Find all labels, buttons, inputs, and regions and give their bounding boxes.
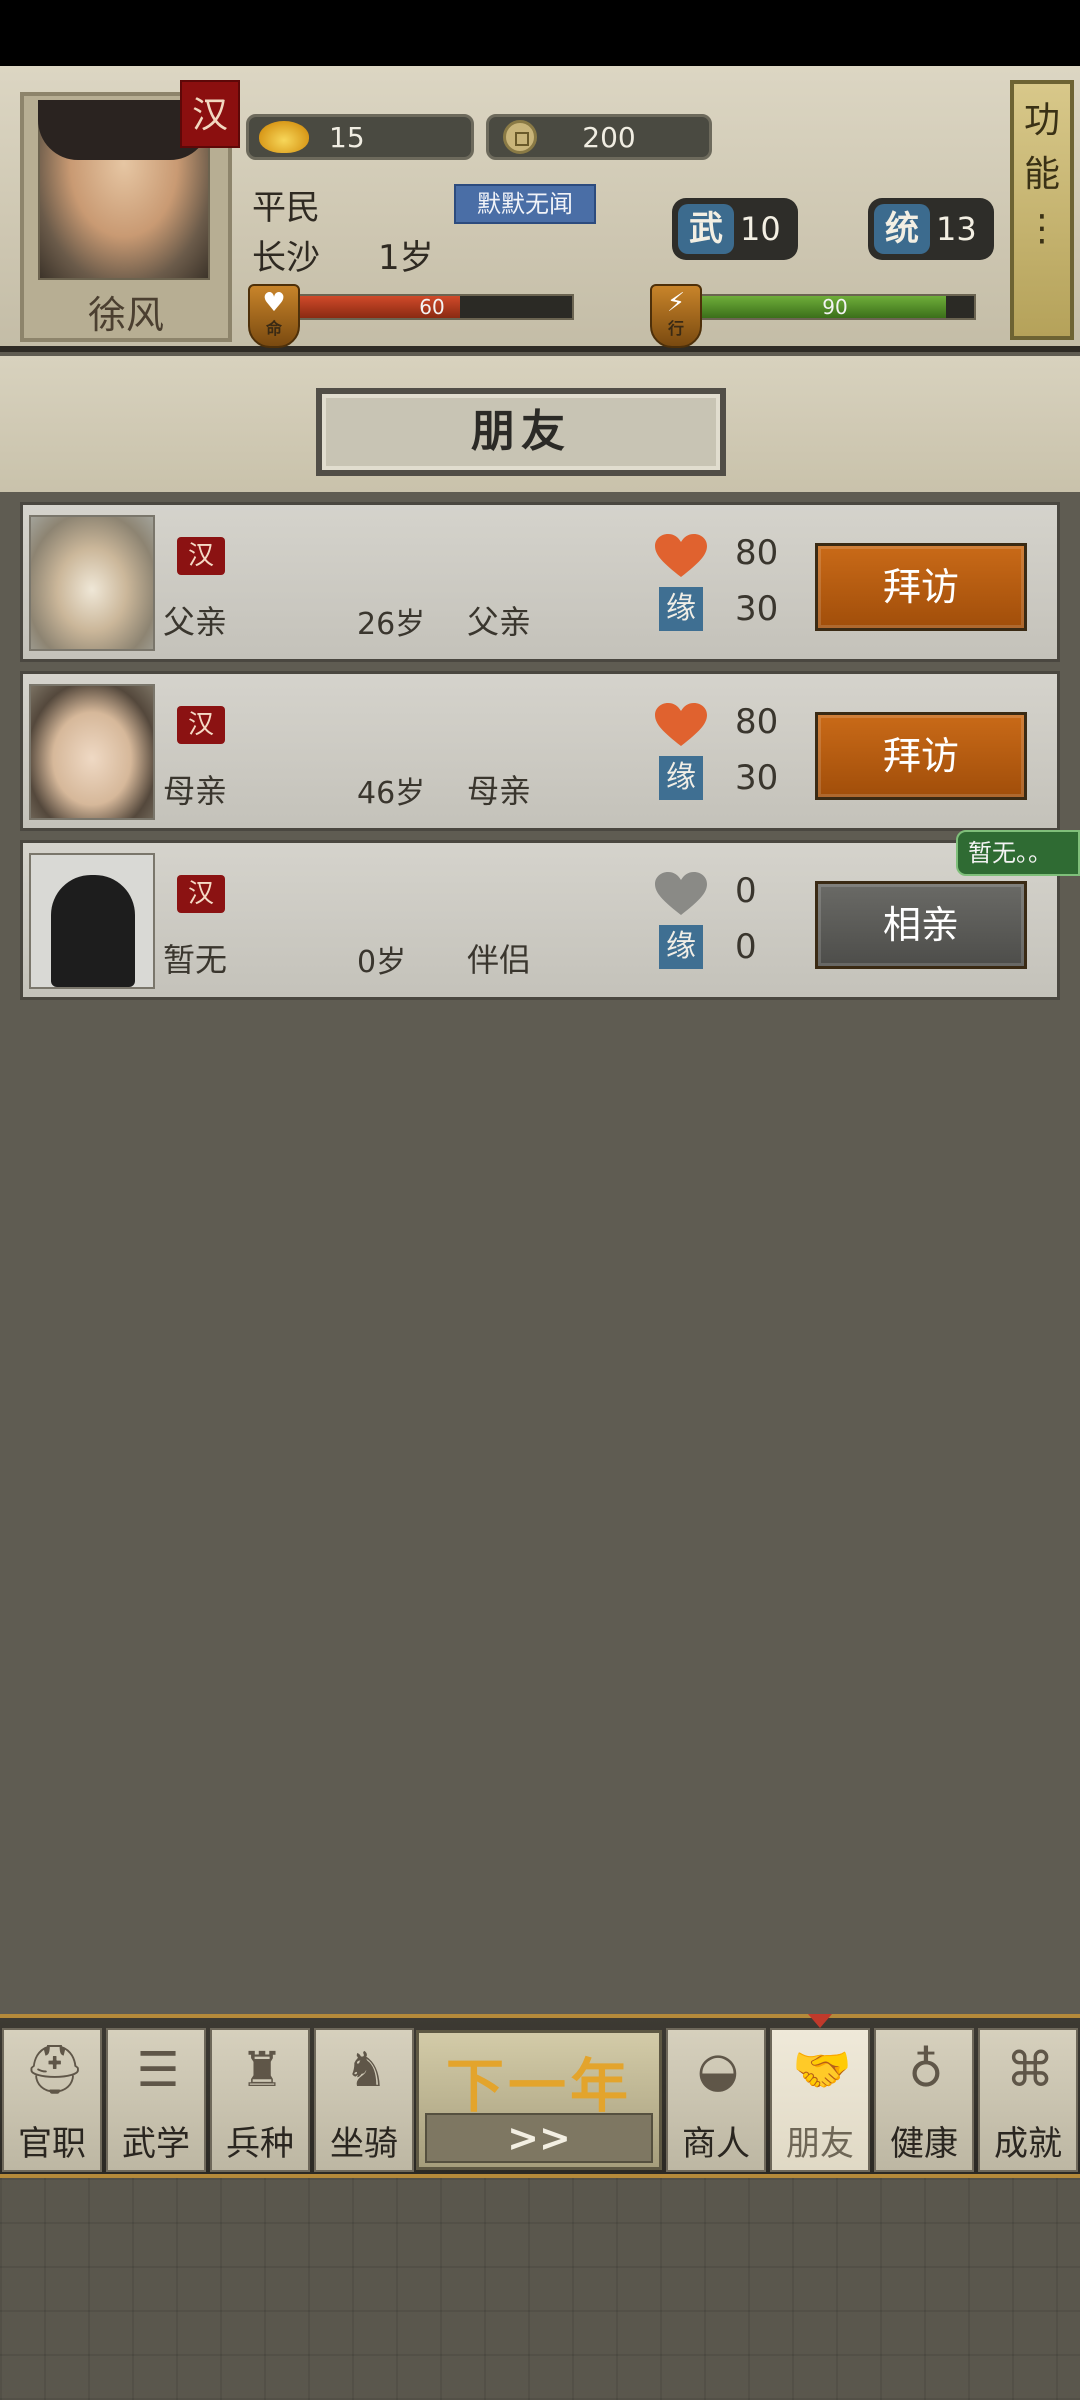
affection-value: 80 [735, 702, 779, 742]
nav-item-mount[interactable]: ♞ 坐骑 [314, 2028, 414, 2172]
gold-value: 15 [329, 121, 365, 154]
friend-relation: 母亲 [467, 772, 532, 810]
fate-icon: 缘 [659, 756, 703, 800]
nav-item-health[interactable]: ♁ 健康 [874, 2028, 974, 2172]
nav-label: 官职 [18, 2124, 86, 2164]
nav-label: 兵种 [226, 2124, 294, 2164]
map-icon: ⌘ [1006, 2042, 1054, 2098]
list-item: 汉 父亲 26岁 父亲 80 缘 30 拜访 [20, 502, 1060, 662]
player-city: 长沙 [252, 238, 320, 278]
handshake-icon: 🤝 [792, 2042, 852, 2098]
friend-relation: 伴侣 [467, 941, 532, 979]
nav-item-friends[interactable]: 🤝 朋友 [770, 2028, 870, 2172]
nav-item-martial-arts[interactable]: ☰ 武学 [106, 2028, 206, 2172]
friend-age: 0岁 [357, 945, 407, 980]
faction-badge: 汉 [177, 537, 225, 575]
player-rank: 平民 [252, 188, 320, 228]
nav-item-official[interactable]: ⛑ 官职 [2, 2028, 102, 2172]
martial-stat-label: 武 [678, 204, 734, 254]
health-bar: 60 [290, 294, 574, 320]
silhouette-icon [51, 875, 135, 987]
nav-item-achievements[interactable]: ⌘ 成就 [978, 2028, 1078, 2172]
heart-icon [655, 872, 707, 915]
health-label: 命 [265, 319, 282, 338]
function-label-2: 能 [1023, 154, 1060, 195]
command-stat-label: 统 [874, 204, 930, 254]
faction-badge: 汉 [177, 706, 225, 744]
faction-badge: 汉 [177, 875, 225, 913]
health-value: 60 [419, 295, 445, 319]
function-button[interactable]: 功 能 ⋮ [1010, 80, 1074, 340]
action-shield: ⚡ 行 [650, 284, 702, 348]
scroll-icon: ☰ [136, 2042, 180, 2098]
martial-stat-value: 10 [740, 210, 781, 248]
action-label: 行 [667, 319, 684, 338]
fame-badge: 默默无闻 [454, 184, 596, 224]
action-bar: 90 [694, 294, 976, 320]
nav-label: 武学 [122, 2124, 190, 2164]
friend-name: 暂无 [163, 941, 228, 979]
action-value: 90 [822, 295, 848, 319]
health-shield: ♥ 命 [248, 284, 300, 348]
horse-icon: ♞ [344, 2042, 388, 2098]
friend-avatar[interactable] [29, 684, 155, 820]
helmet-icon: ⛑ [24, 2042, 85, 2098]
fast-forward-icon: >> [425, 2113, 653, 2163]
gold-ingot-icon [259, 121, 309, 153]
fate-icon: 缘 [659, 587, 703, 631]
fate-value: 0 [735, 927, 757, 967]
heart-icon [655, 534, 707, 577]
player-name: 徐风 [87, 293, 164, 337]
next-year-label: 下一年 [445, 2052, 632, 2120]
coin-counter[interactable]: 200 [486, 114, 712, 160]
bottom-nav: ⛑ 官职 ☰ 武学 ♜ 兵种 ♞ 坐骑 下一年 >> ◒ 商人 🤝 朋友 ♁ 健… [0, 2014, 1080, 2178]
fate-icon: 缘 [659, 925, 703, 969]
heart-icon: ♥ [262, 288, 286, 318]
list-item: 汉 暂无 0岁 伴侣 0 缘 0 相亲 [20, 840, 1060, 1000]
command-stat-value: 13 [936, 210, 977, 248]
active-tab-marker [808, 2014, 832, 2028]
more-dots-icon: ⋮ [1024, 208, 1060, 249]
nav-label: 坐骑 [330, 2124, 398, 2164]
friend-name: 父亲 [163, 603, 228, 641]
friend-avatar[interactable] [29, 853, 155, 989]
next-year-button[interactable]: 下一年 >> [416, 2030, 662, 2170]
ingot-icon: ◒ [697, 2042, 739, 2098]
friend-relation: 父亲 [467, 603, 532, 641]
nav-item-troops[interactable]: ♜ 兵种 [210, 2028, 310, 2172]
visit-button[interactable]: 拜访 [815, 543, 1027, 631]
nav-label: 成就 [994, 2124, 1062, 2164]
affection-value: 80 [735, 533, 779, 573]
friend-avatar[interactable] [29, 515, 155, 651]
nav-label: 商人 [682, 2124, 750, 2164]
friend-age: 46岁 [357, 776, 426, 811]
nav-label: 朋友 [786, 2124, 854, 2164]
nav-label: 健康 [890, 2124, 958, 2164]
coin-value: 200 [582, 121, 636, 154]
list-item: 汉 母亲 46岁 母亲 80 缘 30 拜访 [20, 671, 1060, 831]
fate-value: 30 [735, 589, 779, 629]
decorative-footer [0, 2178, 1080, 2400]
gold-counter[interactable]: 15 [246, 114, 474, 160]
soldier-icon: ♜ [240, 2042, 284, 2098]
martial-stat[interactable]: 武 10 [672, 198, 798, 260]
visit-button[interactable]: 拜访 [815, 712, 1027, 800]
heart-icon [655, 703, 707, 746]
friend-name: 母亲 [163, 772, 228, 810]
faction-badge: 汉 [180, 80, 240, 148]
command-stat[interactable]: 统 13 [868, 198, 994, 260]
friend-age: 26岁 [357, 607, 426, 642]
matchmaking-button[interactable]: 相亲 [815, 881, 1027, 969]
player-age: 1岁 [378, 238, 434, 278]
fate-value: 30 [735, 758, 779, 798]
system-status-bar [0, 0, 1080, 66]
affection-value: 0 [735, 871, 757, 911]
lightning-icon: ⚡ [666, 288, 686, 318]
tooltip-bubble: 暂无。。 [956, 830, 1080, 876]
gourd-icon: ♁ [908, 2042, 944, 2098]
nav-item-merchant[interactable]: ◒ 商人 [666, 2028, 766, 2172]
page-title: 朋友 [316, 388, 726, 476]
function-label-1: 功 [1023, 100, 1060, 141]
